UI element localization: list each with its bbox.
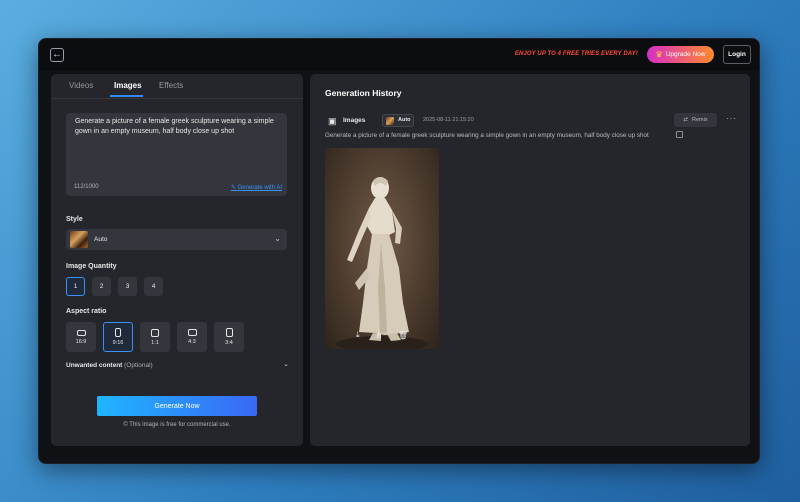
quantity-label: Image Quantity (66, 263, 117, 270)
generate-with-ai-label: Generate with AI (237, 185, 282, 191)
quantity-option-1[interactable]: 1 (66, 277, 85, 296)
active-tab-indicator (110, 95, 143, 97)
ratio-option-4-3[interactable]: 4:3 (177, 322, 207, 352)
ratio-label: 9:16 (112, 340, 124, 346)
style-badge: Auto (382, 114, 414, 127)
promo-banner: ENJOY UP TO 4 FREE TRIES EVERY DAY! (514, 51, 638, 57)
portrait-ratio-icon (115, 328, 121, 337)
ratio-label: 4:3 (188, 339, 196, 345)
sculpture-image (336, 177, 428, 349)
copy-icon[interactable] (676, 131, 683, 138)
upgrade-button[interactable]: ♛ Upgrade Now (647, 46, 714, 63)
settings-panel: Videos Images Effects Generate a picture… (51, 74, 303, 446)
style-value: Auto (94, 236, 108, 243)
tab-effects[interactable]: Effects (159, 81, 183, 90)
ratio-option-3-4[interactable]: 3:4 (214, 322, 244, 352)
style-select[interactable]: Auto ⌄ (66, 229, 287, 250)
portrait-ratio-icon (225, 328, 233, 337)
remix-button[interactable]: ⇄ Remix (674, 113, 717, 127)
license-note: © This image is free for commercial use. (51, 422, 303, 428)
prompt-input[interactable]: Generate a picture of a female greek scu… (66, 113, 287, 196)
login-button[interactable]: Login (723, 45, 751, 64)
history-title: Generation History (325, 88, 402, 98)
quantity-option-3[interactable]: 3 (118, 277, 137, 296)
ratio-label: 16:9 (75, 338, 87, 345)
download-icon[interactable]: ⤓ (356, 330, 360, 340)
entry-prompt: Generate a picture of a female greek scu… (325, 132, 649, 139)
style-badge-thumbnail (386, 117, 394, 125)
share-icon[interactable]: ⋔ (375, 331, 382, 340)
arrow-left-icon[interactable]: ← (50, 48, 64, 62)
tab-videos[interactable]: Videos (69, 81, 93, 90)
entry-type-label: Images (343, 117, 366, 124)
entry-datetime: 2025-08-11 21:15:20 (423, 117, 474, 123)
app-window: ← ENJOY UP TO 4 FREE TRIES EVERY DAY! ♛ … (38, 38, 760, 464)
history-entry-header: ▣ Images Auto 2025-08-11 21:15:20 ⇄ Remi… (325, 113, 740, 128)
style-badge-label: Auto (398, 117, 411, 123)
tab-bar: Videos Images Effects (51, 74, 303, 99)
square-ratio-icon (151, 328, 159, 337)
landscape-ratio-icon (76, 329, 86, 336)
image-icon: ▣ (328, 116, 337, 126)
ratio-option-16-9[interactable]: 16:9 (66, 322, 96, 352)
unwanted-content-label: Unwanted content (66, 362, 123, 369)
upgrade-label: Upgrade Now (665, 51, 706, 58)
ratio-label: 1:1 (151, 339, 159, 346)
ratio-option-1-1[interactable]: 1:1 (140, 322, 170, 352)
quantity-option-4[interactable]: 4 (144, 277, 163, 296)
more-options-icon[interactable]: ··· (726, 114, 737, 123)
ratio-option-9-16[interactable]: 9:16 (103, 322, 133, 352)
quantity-option-2[interactable]: 2 (92, 277, 111, 296)
license-text: This image is free for commercial use. (129, 422, 231, 428)
delete-icon[interactable]: 🗑 (398, 331, 408, 340)
remix-label: Remix (692, 117, 708, 123)
aspect-ratio-label: Aspect ratio (66, 308, 107, 315)
char-count: 112/1000 (74, 184, 99, 190)
style-label: Style (66, 216, 83, 223)
tab-images[interactable]: Images (114, 81, 142, 90)
chevron-down-icon[interactable]: ⌄ (283, 360, 289, 368)
copyright-icon: © (123, 422, 128, 428)
history-panel: Generation History ▣ Images Auto 2025-08… (310, 74, 750, 446)
generate-with-ai-link[interactable]: ✎ Generate with AI (231, 184, 282, 191)
prompt-text[interactable]: Generate a picture of a female greek scu… (75, 117, 281, 136)
crown-icon: ♛ (655, 50, 663, 59)
ratio-label: 3:4 (225, 340, 233, 346)
landscape-ratio-icon (187, 329, 197, 336)
remix-icon: ⇄ (683, 117, 688, 123)
unwanted-content-toggle[interactable]: Unwanted content (Optional) (66, 362, 153, 369)
generated-image[interactable]: ⤓ ⋔ 🗑 (325, 148, 439, 349)
top-bar: ← ENJOY UP TO 4 FREE TRIES EVERY DAY! ♛ … (39, 39, 759, 71)
chevron-down-icon: ⌄ (274, 234, 281, 243)
generate-now-button[interactable]: Generate Now (97, 396, 257, 416)
optional-hint: (Optional) (124, 362, 153, 369)
image-action-bar: ⤓ ⋔ 🗑 (350, 327, 414, 343)
style-thumbnail (70, 231, 88, 248)
